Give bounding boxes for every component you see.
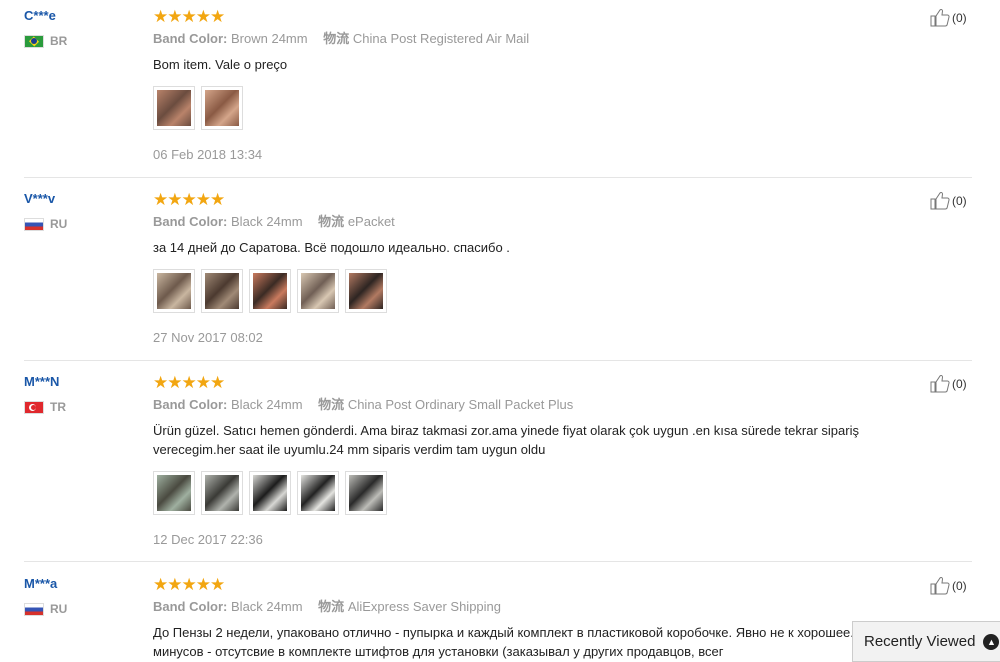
order-attributes: Band Color: Brown 24mm 物流 China Post Reg… [153, 30, 923, 48]
band-color-value: Brown 24mm [231, 31, 308, 46]
band-color-value: Black 24mm [231, 214, 303, 229]
helpful-button[interactable]: (0) [930, 8, 967, 27]
review-photo-thumbnail[interactable] [201, 471, 243, 515]
review-photo-thumbnail[interactable] [153, 86, 195, 130]
review-body: ★★★★★ Band Color: Black 24mm 物流 AliExpre… [153, 576, 923, 661]
flag-ru-icon [24, 602, 44, 616]
review-text: Bom item. Vale o preço [153, 57, 288, 72]
review-photo-thumbnail[interactable] [153, 269, 195, 313]
order-attributes: Band Color: Black 24mm 物流 China Post Ord… [153, 396, 923, 414]
review-photo-thumbnail[interactable] [297, 471, 339, 515]
reviewer-country: RU [24, 217, 67, 231]
thumbs-up-icon [930, 576, 952, 595]
review-divider [24, 561, 972, 562]
star-rating: ★★★★★ [153, 575, 225, 594]
review-body: ★★★★★ Band Color: Black 24mm 物流 ePacket … [153, 191, 923, 347]
helpful-count: (0) [952, 10, 967, 25]
country-code: TR [50, 400, 66, 414]
logistics-label: 物流 [318, 599, 345, 614]
country-code: RU [50, 217, 68, 231]
thumbs-up-icon [930, 374, 952, 393]
review-photo-thumbnail[interactable] [345, 269, 387, 313]
helpful-count: (0) [952, 193, 967, 208]
order-attributes: Band Color: Black 24mm 物流 AliExpress Sav… [153, 598, 923, 616]
review-photo-thumbnail[interactable] [153, 471, 195, 515]
helpful-button[interactable]: (0) [930, 374, 967, 393]
recently-viewed-label: Recently Viewed [864, 633, 976, 650]
reviewer-name[interactable]: V***v [24, 191, 55, 206]
review-date: 27 Nov 2017 08:02 [153, 330, 263, 345]
helpful-count: (0) [952, 376, 967, 391]
band-color-value: Black 24mm [231, 599, 303, 614]
review-text: Ürün güzel. Satıcı hemen gönderdi. Ama b… [153, 423, 859, 457]
recently-viewed-button[interactable]: Recently Viewed ▲ [852, 621, 1000, 662]
logistics-value: China Post Ordinary Small Packet Plus [347, 397, 574, 412]
band-color-value: Black 24mm [231, 397, 303, 412]
star-rating: ★★★★★ [153, 190, 225, 209]
logistics-value: ePacket [347, 214, 395, 229]
star-rating: ★★★★★ [153, 373, 225, 392]
review-body: ★★★★★ Band Color: Black 24mm 物流 China Po… [153, 374, 923, 549]
logistics-value: China Post Registered Air Mail [352, 31, 530, 46]
helpful-button[interactable]: (0) [930, 576, 967, 595]
order-attributes: Band Color: Black 24mm 物流 ePacket [153, 213, 923, 231]
review-photos [153, 269, 923, 313]
flag-tr-icon [24, 400, 44, 414]
review-divider [24, 360, 972, 361]
country-code: RU [50, 602, 68, 616]
review-date: 12 Dec 2017 22:36 [153, 532, 263, 547]
review-photo-thumbnail[interactable] [249, 269, 291, 313]
band-color-label: Band Color: [153, 599, 228, 614]
reviewer-name[interactable]: M***a [24, 576, 57, 591]
logistics-value: AliExpress Saver Shipping [347, 599, 502, 614]
flag-br-icon [24, 34, 44, 48]
reviewer-name[interactable]: C***e [24, 8, 56, 23]
reviewer-name[interactable]: M***N [24, 374, 59, 389]
review-photo-thumbnail[interactable] [345, 471, 387, 515]
logistics-label: 物流 [318, 397, 345, 412]
review-photo-thumbnail[interactable] [249, 471, 291, 515]
review-text: До Пензы 2 недели, упаковано отлично - п… [153, 625, 873, 659]
review-divider [24, 177, 972, 178]
flag-ru-icon [24, 217, 44, 231]
review-photos [153, 471, 923, 515]
country-code: BR [50, 34, 68, 48]
star-rating: ★★★★★ [153, 7, 225, 26]
reviewer-country: BR [24, 34, 67, 48]
review-date: 06 Feb 2018 13:34 [153, 147, 263, 162]
band-color-label: Band Color: [153, 31, 228, 46]
thumbs-up-icon [930, 191, 952, 210]
reviewer-country: TR [24, 400, 66, 414]
review-photos [153, 86, 923, 130]
review-photo-thumbnail[interactable] [297, 269, 339, 313]
review-photo-thumbnail[interactable] [201, 269, 243, 313]
band-color-label: Band Color: [153, 214, 228, 229]
chevron-up-icon: ▲ [983, 633, 1000, 650]
logistics-label: 物流 [318, 214, 345, 229]
review-body: ★★★★★ Band Color: Brown 24mm 物流 China Po… [153, 8, 923, 164]
thumbs-up-icon [930, 8, 952, 27]
logistics-label: 物流 [323, 31, 350, 46]
review-photo-thumbnail[interactable] [201, 86, 243, 130]
reviewer-country: RU [24, 602, 67, 616]
review-text: за 14 дней до Саратова. Всё подошло идеа… [153, 240, 510, 255]
helpful-button[interactable]: (0) [930, 191, 967, 210]
band-color-label: Band Color: [153, 397, 228, 412]
helpful-count: (0) [952, 578, 967, 593]
